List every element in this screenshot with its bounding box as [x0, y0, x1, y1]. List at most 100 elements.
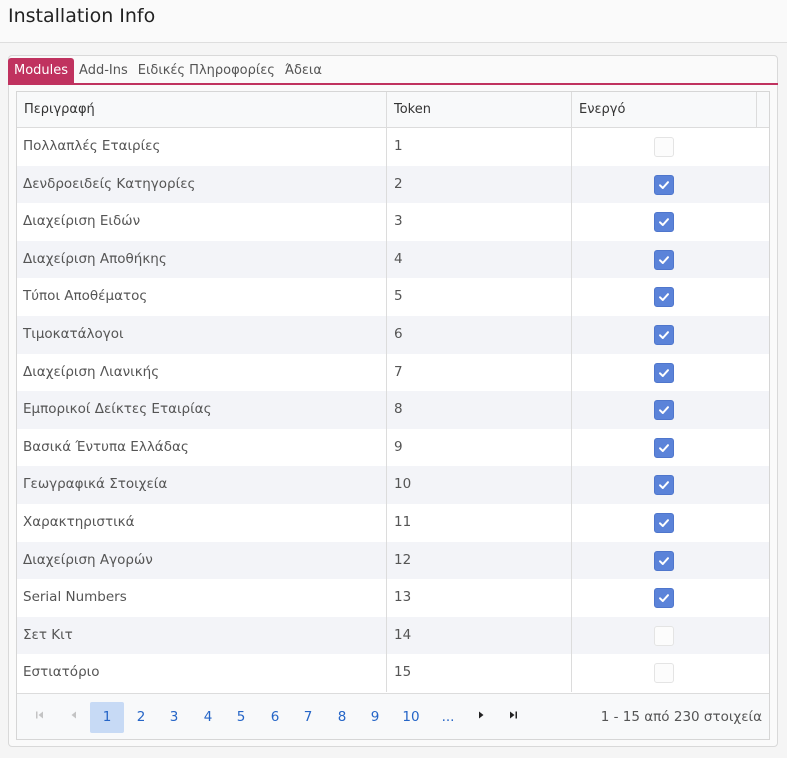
- modules-grid: Περιγραφή Token Ενεργό Πολλαπλές Εταιρίε…: [16, 91, 770, 740]
- page-button[interactable]: 8: [325, 702, 359, 733]
- checkmark-icon: [659, 406, 669, 415]
- previous-page-icon[interactable]: [57, 702, 91, 733]
- tab-underline: [8, 83, 778, 85]
- cell-active: [572, 128, 769, 166]
- table-row[interactable]: Serial Numbers 13: [17, 579, 769, 617]
- checkmark-icon: [659, 443, 669, 452]
- table-row[interactable]: Τύποι Αποθέματος 5: [17, 278, 769, 316]
- active-checkbox[interactable]: [654, 324, 674, 345]
- cell-token: 13: [387, 579, 572, 617]
- cell-token: 5: [387, 278, 572, 316]
- active-checkbox[interactable]: [654, 400, 674, 421]
- page-button[interactable]: 4: [191, 702, 225, 733]
- cell-active: [572, 316, 769, 354]
- table-row[interactable]: Πολλαπλές Εταιρίες 1: [17, 128, 769, 166]
- table-row[interactable]: Εστιατόριο 15: [17, 654, 769, 692]
- checkmark-icon: [659, 293, 669, 302]
- cell-active: [572, 466, 769, 504]
- column-header-description[interactable]: Περιγραφή: [17, 92, 387, 127]
- cell-description: Δενδροειδείς Κατηγορίες: [17, 165, 387, 204]
- table-row[interactable]: Γεωγραφικά Στοιχεία 10: [17, 466, 769, 504]
- last-page-icon[interactable]: [496, 702, 530, 733]
- active-checkbox[interactable]: [654, 512, 674, 533]
- table-row[interactable]: Τιμοκατάλογοι 6: [17, 315, 769, 354]
- page-button[interactable]: 10: [394, 702, 428, 733]
- cell-token: 11: [387, 503, 572, 542]
- page-button[interactable]: 1: [90, 702, 124, 733]
- page-button[interactable]: 7: [291, 702, 325, 733]
- cell-token: 10: [387, 466, 572, 504]
- first-page-icon[interactable]: [23, 702, 57, 733]
- tab-modules[interactable]: Modules: [8, 58, 75, 84]
- table-row[interactable]: Βασικά Έντυπα Ελλάδας 9: [17, 428, 769, 467]
- grid-body: Πολλαπλές Εταιρίες 1 Δενδροειδείς Κατηγορί…: [17, 128, 769, 692]
- pager: 1 2 3 4 5 6 7 8 9 10... 1 - 15 από 230 στοιχεία: [17, 693, 769, 739]
- active-checkbox[interactable]: [654, 550, 674, 571]
- cell-token: 9: [387, 428, 572, 467]
- cell-active: [572, 166, 769, 204]
- page-more-button[interactable]: ...: [431, 702, 465, 733]
- checkmark-icon: [659, 331, 669, 339]
- cell-token: 2: [387, 165, 572, 204]
- cell-active: [572, 504, 769, 542]
- cell-description: Βασικά Έντυπα Ελλάδας: [17, 428, 387, 467]
- active-checkbox[interactable]: [654, 437, 674, 458]
- table-row[interactable]: Διαχείριση Αποθήκης 4: [17, 240, 769, 279]
- page-button[interactable]: 6: [258, 702, 292, 733]
- table-row[interactable]: Διαχείριση Λιανικής 7: [17, 353, 769, 392]
- grid-header: Περιγραφή Token Ενεργό: [17, 92, 769, 128]
- active-checkbox[interactable]: [654, 137, 674, 157]
- column-header-token[interactable]: Token: [387, 92, 572, 127]
- table-row[interactable]: Διαχείριση Ειδών 3: [17, 203, 769, 241]
- cell-description: Γεωγραφικά Στοιχεία: [17, 466, 387, 504]
- checkmark-icon: [659, 368, 669, 377]
- cell-active: [572, 391, 769, 429]
- cell-description: Τιμοκατάλογοι: [17, 315, 387, 354]
- cell-active: [572, 203, 769, 241]
- tab-add-ins[interactable]: Add-Ins: [74, 58, 133, 84]
- cell-description: Διαχείριση Ειδών: [17, 203, 387, 241]
- active-checkbox[interactable]: [654, 174, 674, 195]
- cell-token: 14: [387, 616, 572, 655]
- column-header-active[interactable]: Ενεργό: [572, 92, 757, 127]
- page-button[interactable]: 2: [124, 702, 158, 733]
- cell-active: [572, 542, 769, 580]
- table-row[interactable]: Εμπορικοί Δείκτες Εταιρίας 8: [17, 391, 769, 429]
- page-header: Installation Info: [0, 0, 787, 43]
- checkmark-icon: [659, 218, 669, 227]
- active-checkbox[interactable]: [654, 212, 674, 233]
- page-button[interactable]: 5: [224, 702, 258, 733]
- active-checkbox[interactable]: [654, 625, 674, 646]
- cell-description: Πολλαπλές Εταιρίες: [17, 128, 387, 166]
- checkmark-icon: [659, 481, 669, 490]
- table-row[interactable]: Χαρακτηριστικά 11: [17, 503, 769, 542]
- page-button[interactable]: 3: [157, 702, 191, 733]
- table-row[interactable]: Σετ Κιτ 14: [17, 616, 769, 655]
- page-button[interactable]: 9: [358, 702, 392, 733]
- active-checkbox[interactable]: [654, 588, 674, 609]
- table-row[interactable]: Διαχείριση Αγορών 12: [17, 541, 769, 580]
- cell-token: 6: [387, 315, 572, 354]
- cell-active: [572, 654, 769, 692]
- active-checkbox[interactable]: [654, 663, 674, 684]
- checkmark-icon: [659, 519, 669, 527]
- active-checkbox[interactable]: [654, 287, 674, 308]
- tab-license[interactable]: Άδεια: [280, 58, 327, 84]
- cell-active: [572, 354, 769, 392]
- active-checkbox[interactable]: [654, 249, 674, 270]
- cell-description: Εστιατόριο: [17, 654, 387, 692]
- cell-description: Διαχείριση Αποθήκης: [17, 240, 387, 279]
- active-checkbox[interactable]: [654, 475, 674, 496]
- checkmark-icon: [659, 255, 669, 264]
- next-page-icon[interactable]: [464, 702, 498, 733]
- active-checkbox[interactable]: [654, 362, 674, 383]
- scrollbar-gutter: [757, 92, 769, 127]
- table-row[interactable]: Δενδροειδείς Κατηγορίες 2: [17, 165, 769, 204]
- cell-description: Εμπορικοί Δείκτες Εταιρίας: [17, 391, 387, 429]
- tab-special-info[interactable]: Ειδικές Πληροφορίες: [133, 58, 280, 84]
- cell-token: 4: [387, 240, 572, 279]
- cell-token: 12: [387, 541, 572, 580]
- checkmark-icon: [659, 594, 669, 603]
- cell-token: 3: [387, 203, 572, 241]
- cell-description: Χαρακτηριστικά: [17, 503, 387, 542]
